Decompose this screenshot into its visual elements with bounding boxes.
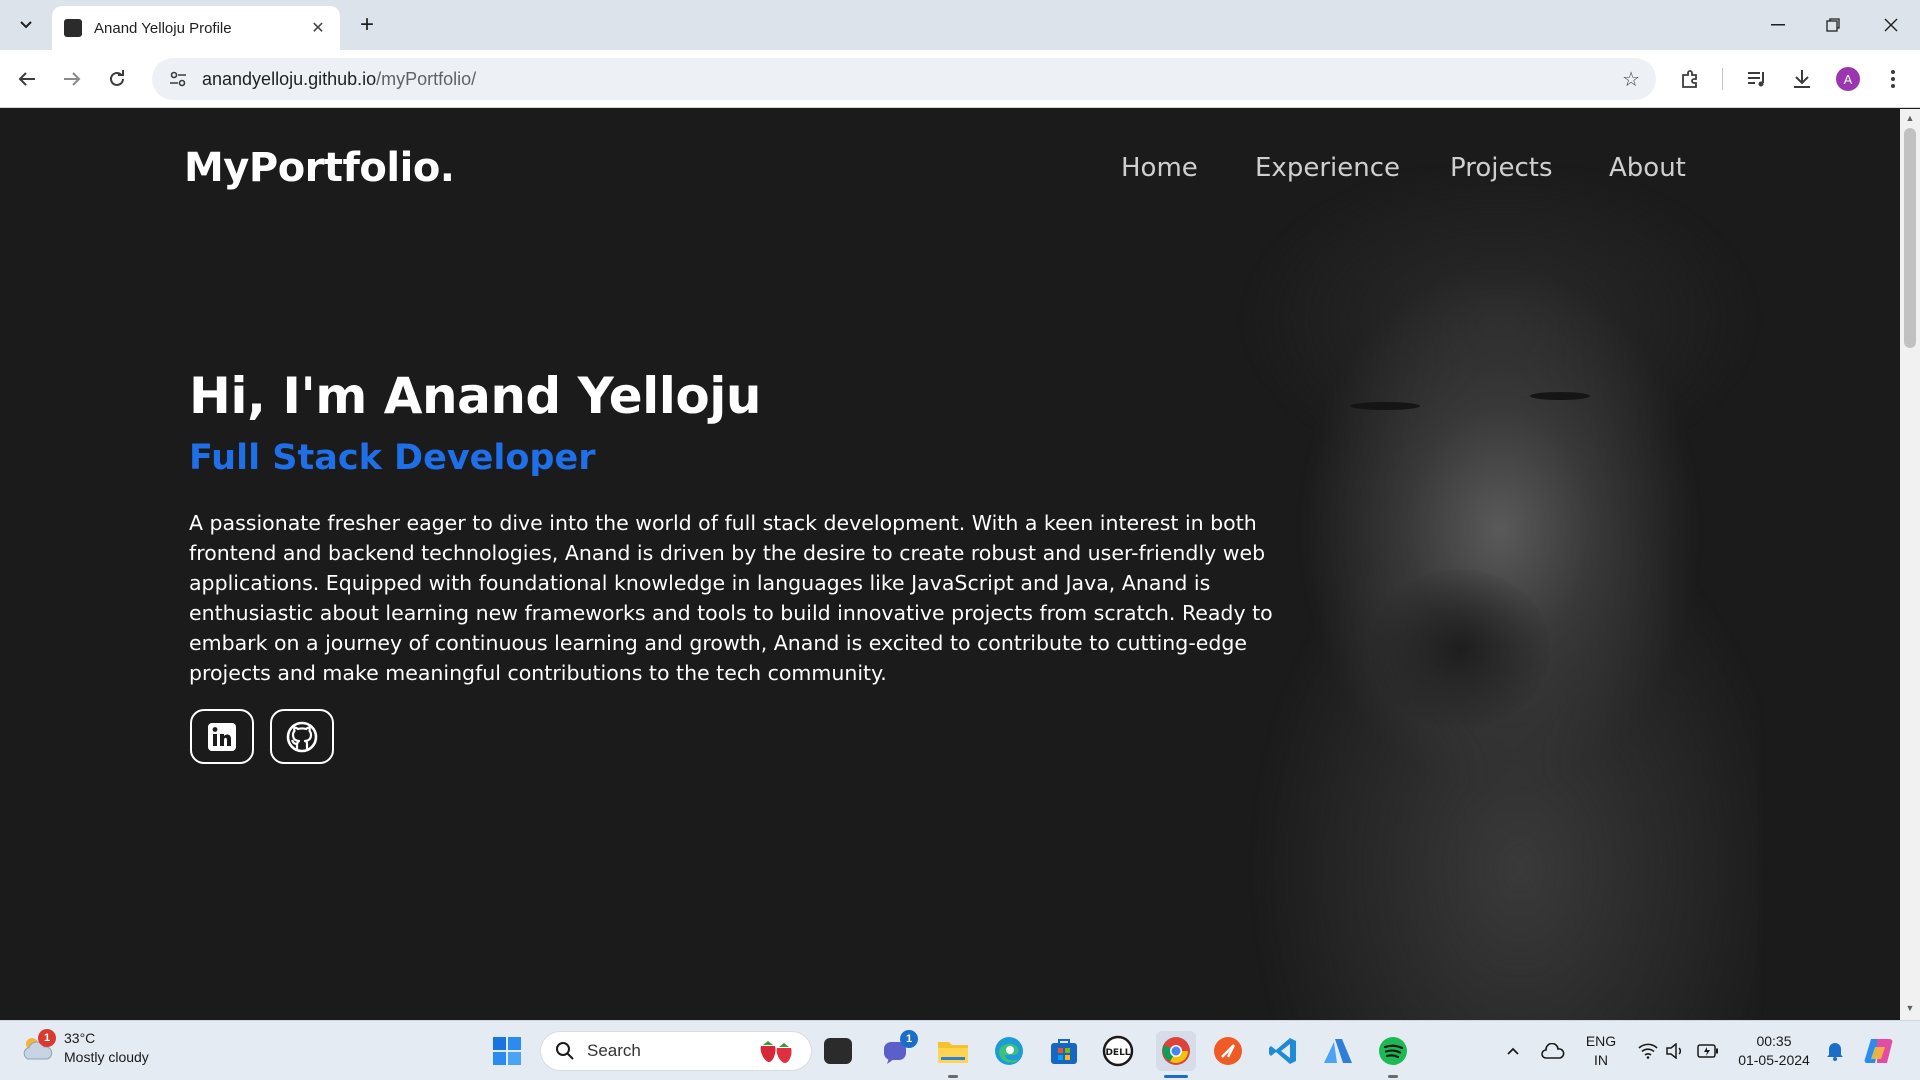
profile-avatar[interactable]: A [1836, 67, 1860, 91]
postman-icon[interactable] [1211, 1034, 1245, 1068]
file-explorer-icon[interactable] [936, 1034, 970, 1068]
site-info-icon[interactable] [168, 69, 188, 89]
spotify-icon[interactable] [1376, 1034, 1410, 1068]
hero-role: Full Stack Developer [189, 438, 596, 478]
search-icon [556, 1042, 574, 1060]
edge-browser-icon[interactable] [992, 1034, 1026, 1068]
active-tab[interactable]: Anand Yelloju Profile ✕ [52, 6, 340, 50]
running-indicator [948, 1075, 958, 1078]
back-button[interactable] [10, 62, 44, 96]
browser-menu-button[interactable] [1876, 62, 1910, 96]
url-text[interactable]: anandyelloju.github.io/myPortfolio/ [202, 69, 1622, 90]
new-tab-button[interactable]: + [352, 10, 382, 40]
cloudy-weather-icon: 1 [20, 1029, 56, 1061]
nav-projects[interactable]: Projects [1450, 153, 1553, 183]
svg-text:DELL: DELL [1105, 1048, 1130, 1058]
restore-icon [1826, 18, 1840, 32]
copilot-icon[interactable] [1862, 1034, 1896, 1068]
search-label: Search [587, 1041, 641, 1060]
linkedin-icon [208, 722, 236, 751]
strawberry-icon [760, 1041, 792, 1063]
windows-logo-icon [493, 1037, 521, 1065]
language-code: ENG [1585, 1033, 1617, 1049]
clock-time: 00:35 [1756, 1033, 1792, 1049]
browser-tab-strip: Anand Yelloju Profile ✕ + [0, 0, 1920, 50]
weather-alert-badge: 1 [38, 1029, 56, 1047]
tab-search-button[interactable] [10, 9, 42, 41]
language-indicator[interactable]: ENG IN [1584, 1032, 1618, 1070]
scrollbar-thumb[interactable] [1904, 128, 1916, 348]
hero-heading: Hi, I'm Anand Yelloju [189, 367, 762, 425]
reload-button[interactable] [100, 62, 134, 96]
nav-experience[interactable]: Experience [1255, 153, 1400, 183]
puzzle-icon [1682, 70, 1697, 88]
dell-icon[interactable]: DELL [1101, 1034, 1135, 1068]
url-path: /myPortfolio/ [376, 68, 477, 89]
scroll-down-icon[interactable]: ▼ [1903, 1003, 1917, 1017]
vscode-icon[interactable] [1266, 1034, 1300, 1068]
linkedin-button[interactable] [190, 709, 254, 764]
media-control-button[interactable] [1740, 62, 1774, 96]
chevron-up-icon [1507, 1047, 1519, 1055]
chevron-down-icon [20, 21, 32, 29]
teams-badge: 1 [900, 1030, 918, 1048]
microsoft-store-icon[interactable] [1047, 1034, 1081, 1068]
restore-button[interactable] [1813, 10, 1853, 40]
photo-detail [1530, 392, 1590, 400]
download-icon [1794, 70, 1810, 88]
nav-home[interactable]: Home [1121, 153, 1198, 183]
address-bar[interactable]: anandyelloju.github.io/myPortfolio/ ☆ [152, 58, 1656, 100]
windows-taskbar: 1 33°C Mostly cloudy Search 1 DELL ENG I… [0, 1020, 1920, 1080]
tab-title: Anand Yelloju Profile [94, 19, 232, 37]
bookmark-star-icon[interactable]: ☆ [1622, 67, 1640, 92]
github-icon [286, 721, 318, 752]
weather-widget[interactable]: 1 33°C Mostly cloudy [20, 1029, 149, 1067]
site-favicon-icon [64, 19, 82, 37]
photo-detail [1350, 402, 1420, 410]
task-view-icon[interactable] [824, 1038, 852, 1064]
scroll-up-icon[interactable]: ▲ [1903, 113, 1917, 127]
battery-icon[interactable] [1691, 1034, 1725, 1068]
start-button[interactable] [490, 1034, 524, 1068]
page-viewport: MyPortfolio. Home Experience Projects Ab… [0, 109, 1900, 1020]
weather-temperature: 33°C [64, 1030, 96, 1046]
github-button[interactable] [270, 709, 334, 764]
arrow-left-icon [18, 72, 35, 86]
downloads-button[interactable] [1785, 62, 1819, 96]
extensions-button[interactable] [1673, 62, 1707, 96]
azure-data-studio-icon[interactable] [1321, 1034, 1355, 1068]
teams-chat-icon[interactable]: 1 [880, 1030, 918, 1068]
nav-about[interactable]: About [1609, 153, 1686, 183]
weather-description: Mostly cloudy [64, 1049, 149, 1065]
photo-detail [1370, 569, 1550, 729]
chrome-icon[interactable] [1156, 1031, 1196, 1071]
hero-bio: A passionate fresher eager to dive into … [189, 511, 1273, 685]
region-code: IN [1594, 1052, 1608, 1068]
url-domain: anandyelloju.github.io [202, 68, 377, 89]
forward-button[interactable] [55, 62, 89, 96]
clock[interactable]: 00:35 01-05-2024 [1734, 1032, 1814, 1070]
taskbar-search[interactable]: Search [540, 1031, 812, 1071]
active-indicator [1164, 1075, 1188, 1078]
kebab-menu-icon [1891, 70, 1895, 88]
running-indicator [1388, 1075, 1398, 1078]
onedrive-cloud-icon[interactable] [1536, 1034, 1570, 1068]
site-logo[interactable]: MyPortfolio. [184, 145, 455, 191]
volume-icon[interactable] [1658, 1034, 1692, 1068]
close-icon [1884, 18, 1898, 32]
show-hidden-icons-button[interactable] [1496, 1034, 1530, 1068]
minimize-icon [1771, 24, 1785, 26]
reload-icon [110, 70, 124, 86]
toolbar-divider [1722, 68, 1723, 90]
notifications-bell-icon[interactable] [1818, 1034, 1852, 1068]
arrow-right-icon [64, 72, 81, 86]
queue-music-icon [1748, 72, 1764, 87]
browser-toolbar: anandyelloju.github.io/myPortfolio/ ☆ A [0, 50, 1920, 108]
tab-close-icon[interactable]: ✕ [308, 18, 328, 38]
close-window-button[interactable] [1871, 10, 1911, 40]
clock-date: 01-05-2024 [1738, 1052, 1810, 1068]
minimize-button[interactable] [1758, 10, 1798, 40]
